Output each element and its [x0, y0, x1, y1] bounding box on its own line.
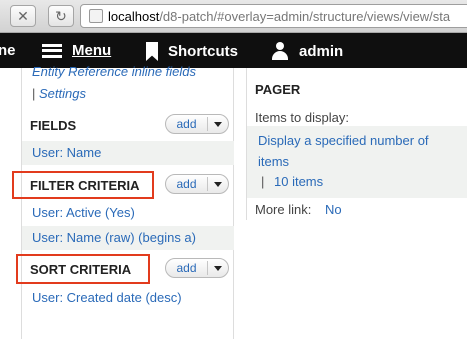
url-host: localhost	[108, 9, 160, 24]
more-link-label: More link:	[255, 202, 312, 217]
filter-user-name-link[interactable]: User: Name (raw) (begins a)	[32, 230, 196, 245]
url-path: /d8-patch/#overlay=admin/structure/views…	[159, 9, 451, 24]
toolbar-menu-tab[interactable]: Menu	[42, 42, 111, 59]
filter-add-dropbutton[interactable]: add	[165, 174, 229, 194]
reload-icon[interactable]: ↻	[48, 5, 74, 27]
settings-line: | Settings	[32, 86, 86, 101]
left-column: Entity Reference inline fields | Setting…	[12, 64, 234, 339]
chevron-down-icon[interactable]	[208, 182, 228, 187]
settings-separator: |	[32, 86, 36, 101]
list-item: User: Name	[22, 141, 234, 165]
more-link-value[interactable]: No	[325, 202, 342, 217]
page-icon	[89, 9, 103, 23]
pager-separator: |	[261, 174, 265, 189]
url-text: localhost/d8-patch/#overlay=admin/struct…	[108, 9, 450, 24]
toolbar-shortcuts-tab[interactable]: Shortcuts	[146, 42, 238, 61]
items-count-link[interactable]: 10 items	[274, 174, 323, 189]
filter-criteria-heading: FILTER CRITERIA	[30, 178, 140, 193]
pager-settings-box: Display a specified number of items | 10…	[247, 126, 467, 198]
toolbar-home-link[interactable]: ne	[0, 42, 16, 59]
views-edit-page: Entity Reference inline fields | Setting…	[0, 64, 467, 339]
address-bar[interactable]: localhost/d8-patch/#overlay=admin/struct…	[80, 4, 467, 28]
toolbar-menu-label: Menu	[72, 42, 112, 59]
fields-add-dropbutton[interactable]: add	[165, 114, 229, 134]
field-user-name-link[interactable]: User: Name	[32, 145, 101, 160]
toolbar-user-label: admin	[299, 42, 344, 60]
chevron-down-icon[interactable]	[208, 122, 228, 127]
fields-add-button[interactable]: add	[166, 117, 208, 131]
fields-heading: FIELDS	[30, 118, 77, 133]
toolbar-user-tab[interactable]: admin	[271, 42, 343, 60]
filter-add-button[interactable]: add	[166, 177, 208, 191]
admin-toolbar: ne Menu Shortcuts admin	[0, 33, 467, 68]
sort-created-date-link[interactable]: User: Created date (desc)	[32, 290, 182, 305]
list-item: User: Active (Yes)	[22, 201, 234, 225]
list-item: User: Name (raw) (begins a)	[22, 226, 234, 250]
display-specified-number-link[interactable]: Display a specified number of items	[258, 130, 463, 172]
sort-add-dropbutton[interactable]: add	[165, 258, 229, 278]
list-item: User: Created date (desc)	[22, 286, 234, 310]
right-column: PAGER Items to display: Display a specif…	[246, 68, 467, 220]
hamburger-icon	[42, 43, 62, 58]
chevron-down-icon[interactable]	[208, 266, 228, 271]
filter-user-active-link[interactable]: User: Active (Yes)	[32, 205, 135, 220]
user-icon	[271, 42, 289, 60]
pager-heading: PAGER	[255, 82, 301, 97]
sort-criteria-heading: SORT CRITERIA	[30, 262, 132, 277]
close-icon[interactable]: ✕	[10, 5, 36, 27]
browser-toolbar: ✕ ↻ localhost/d8-patch/#overlay=admin/st…	[0, 0, 467, 33]
bookmark-icon	[146, 42, 158, 61]
inline-fields-link[interactable]: Entity Reference inline fields	[32, 64, 196, 79]
items-to-display-label: Items to display:	[255, 110, 349, 125]
sort-add-button[interactable]: add	[166, 261, 208, 275]
settings-link[interactable]: Settings	[39, 86, 86, 101]
toolbar-shortcuts-label: Shortcuts	[168, 43, 239, 60]
